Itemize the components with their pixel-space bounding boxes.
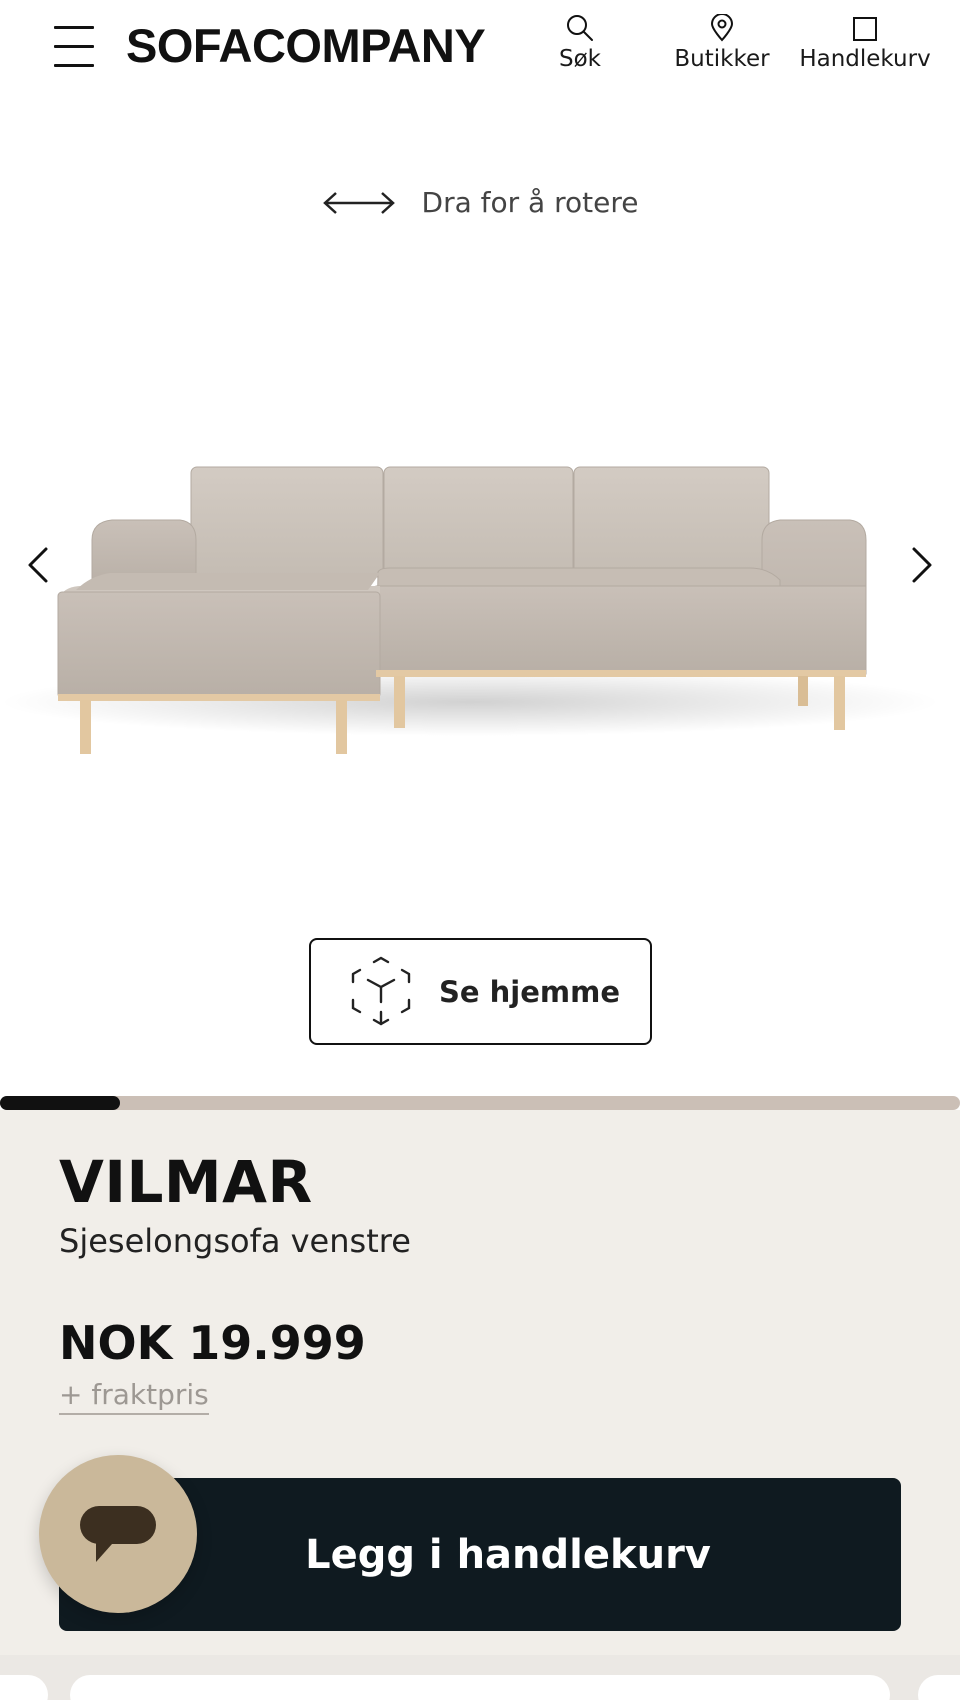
- gallery-progress-bar: [0, 1096, 960, 1110]
- product-price: NOK 19.999: [59, 1316, 366, 1370]
- product-3d-viewer[interactable]: [0, 440, 960, 780]
- nav-search-button[interactable]: Søk: [555, 14, 605, 72]
- shipping-price-link[interactable]: + fraktpris: [59, 1378, 209, 1415]
- bottom-recommendations-strip: [0, 1655, 960, 1700]
- see-at-home-label: Se hjemme: [439, 974, 621, 1009]
- site-logo[interactable]: SOFACOMPANY: [126, 18, 486, 73]
- rotate-arrows-icon: [322, 191, 395, 214]
- chevron-left-icon: [28, 547, 48, 583]
- gallery-progress-fill: [0, 1096, 120, 1110]
- nav-stores-label: Butikker: [674, 46, 770, 72]
- chat-button[interactable]: [39, 1455, 197, 1613]
- cart-icon: [853, 17, 877, 41]
- recommendation-card[interactable]: [918, 1675, 960, 1700]
- add-to-cart-label: Legg i handlekurv: [305, 1531, 711, 1578]
- site-header: SOFACOMPANY Søk Butikker Handlekurv: [0, 0, 960, 96]
- product-name: VILMAR: [59, 1148, 313, 1216]
- ar-cube-icon: [351, 956, 411, 1025]
- rotate-hint-text: Dra for å rotere: [421, 186, 639, 219]
- recommendation-card[interactable]: [0, 1675, 48, 1700]
- previous-image-button[interactable]: [18, 540, 58, 590]
- nav-stores-button[interactable]: Butikker: [668, 14, 776, 72]
- next-image-button[interactable]: [902, 540, 942, 590]
- sofa-image: [0, 466, 940, 754]
- chat-icon: [80, 1506, 156, 1562]
- chevron-right-icon: [912, 547, 932, 583]
- nav-search-label: Søk: [559, 46, 601, 72]
- recommendation-card[interactable]: [70, 1675, 890, 1700]
- location-pin-icon: [710, 14, 734, 42]
- nav-cart-button[interactable]: Handlekurv: [794, 14, 936, 72]
- search-icon: [567, 15, 593, 41]
- rotate-hint: Dra for å rotere: [0, 186, 960, 219]
- product-subtitle: Sjeselongsofa venstre: [59, 1222, 411, 1260]
- see-at-home-button[interactable]: Se hjemme: [309, 938, 652, 1045]
- menu-icon[interactable]: [54, 26, 94, 68]
- nav-cart-label: Handlekurv: [799, 46, 931, 72]
